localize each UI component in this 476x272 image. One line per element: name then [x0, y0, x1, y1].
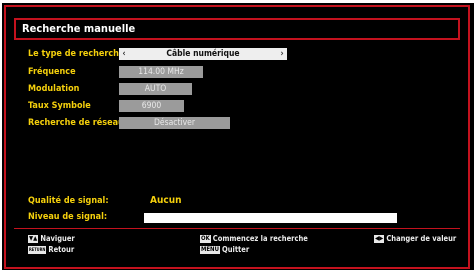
frequency-label: Fréquence	[28, 67, 76, 77]
signal-quality-label: Qualité de signal:	[28, 196, 109, 206]
dialog-title: Recherche manuelle	[14, 18, 460, 40]
symbol-rate-label: Taux Symbole	[28, 101, 91, 111]
navigate-label: Naviguer	[40, 234, 75, 243]
left-right-arrows-icon: ◀▶	[374, 235, 385, 243]
chevron-right-icon[interactable]: ›	[277, 48, 287, 60]
network-search-label: Recherche de réseau	[28, 118, 124, 128]
symbol-rate-field[interactable]: 6900	[119, 100, 184, 112]
modulation-field[interactable]: AUTO	[119, 83, 192, 95]
quit-label: Quitter	[221, 245, 250, 254]
back-label: Retour	[48, 245, 75, 254]
start-search-label: Commencez la recherche	[212, 234, 308, 243]
chevron-left-icon[interactable]: ‹	[119, 48, 129, 60]
footer-divider	[14, 228, 460, 229]
footer-navigate: ▼▲ Naviguer	[28, 234, 75, 244]
menu-key-icon: MENU	[200, 246, 220, 254]
signal-level-label: Niveau de signal:	[28, 212, 108, 222]
search-type-label: Le type de recherche	[28, 49, 125, 59]
dialog-frame	[4, 5, 470, 269]
frequency-field[interactable]: 114.00 MHz	[119, 66, 203, 78]
up-down-arrows-icon: ▼▲	[28, 235, 39, 243]
search-type-select[interactable]: ‹ Câble numérique ›	[119, 48, 287, 60]
signal-level-bar	[144, 213, 397, 223]
footer-back: RETURN Retour	[28, 245, 74, 255]
ok-key-icon: OK	[200, 235, 211, 243]
modulation-label: Modulation	[28, 84, 80, 94]
footer-quit: MENU Quitter	[200, 245, 249, 255]
footer-start: OK Commencez la recherche	[200, 234, 308, 244]
footer-change: ◀▶ Changer de valeur	[374, 234, 456, 244]
signal-quality-value: Aucun	[150, 195, 182, 206]
return-key-icon: RETURN	[28, 246, 47, 254]
change-value-label: Changer de valeur	[386, 234, 457, 243]
search-type-value: Câble numérique	[166, 49, 240, 59]
network-search-field[interactable]: Désactiver	[119, 117, 230, 129]
